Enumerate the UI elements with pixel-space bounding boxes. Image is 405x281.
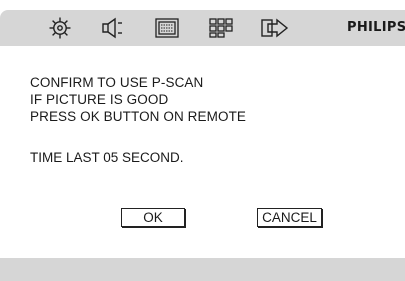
message-line: CONFIRM TO USE P-SCAN [30, 75, 204, 90]
grid-settings-icon[interactable] [206, 13, 236, 43]
display-icon[interactable] [152, 13, 182, 43]
cancel-button[interactable]: CANCEL [257, 208, 322, 227]
osd-screen: PHILIPS CONFIRM TO USE P-SCAN IF PICTURE… [0, 0, 405, 281]
speaker-icon[interactable] [97, 13, 127, 43]
ok-button[interactable]: OK [121, 208, 185, 227]
message-line: PRESS OK BUTTON ON REMOTE [30, 109, 247, 124]
countdown-text: TIME LAST 05 SECOND. [30, 150, 184, 165]
gear-icon[interactable] [45, 13, 75, 43]
menu-bar: PHILIPS [0, 10, 405, 46]
confirm-message: CONFIRM TO USE P-SCAN IF PICTURE IS GOOD… [30, 74, 246, 125]
message-line: IF PICTURE IS GOOD [30, 92, 169, 107]
bottom-bar [0, 258, 405, 281]
brand-logo: PHILIPS [347, 20, 405, 35]
arrow-output-icon[interactable] [260, 13, 290, 43]
